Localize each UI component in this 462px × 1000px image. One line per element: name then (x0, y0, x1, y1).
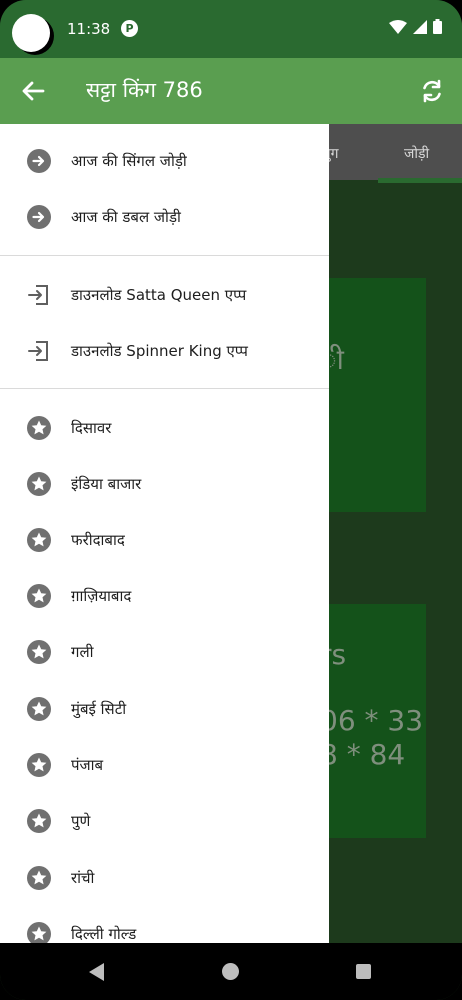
drawer-item-ranchi[interactable]: रांची (0, 850, 329, 906)
status-icons (389, 19, 442, 34)
login-icon (28, 341, 48, 361)
system-nav-bar (0, 943, 462, 1000)
page-title: सट्टा किंग 786 (86, 78, 203, 102)
back-arrow-icon[interactable] (18, 76, 48, 106)
drawer-item-label: आज की डबल जोड़ी (71, 208, 181, 226)
drawer-item-single-jodi[interactable]: आज की सिंगल जोड़ी (0, 133, 329, 189)
tab-jodi[interactable]: जोड़ी (404, 144, 429, 163)
refresh-icon[interactable] (418, 77, 446, 105)
battery-icon (433, 19, 442, 34)
status-bar: 11:38 P (0, 0, 462, 58)
drawer-item-mumbai-city[interactable]: मुंबई सिटी (0, 681, 329, 737)
drawer-item-disawar[interactable]: दिसावर (0, 400, 329, 456)
drawer-item-label: आज की सिंगल जोड़ी (71, 152, 187, 170)
drawer-item-punjab[interactable]: पंजाब (0, 737, 329, 793)
nav-home-icon[interactable] (222, 963, 239, 980)
drawer-item-india-bazar[interactable]: इंडिया बाजार (0, 456, 329, 512)
star-circle-icon (27, 472, 51, 496)
drawer-item-label: फरीदाबाद (71, 531, 125, 549)
drawer-item-label: इंडिया बाजार (71, 475, 142, 493)
drawer-item-label: मुंबई सिटी (71, 700, 127, 718)
star-circle-icon (27, 640, 51, 664)
star-circle-icon (27, 809, 51, 833)
drawer-item-label: दिसावर (71, 419, 112, 437)
drawer-item-download-satta-queen[interactable]: डाउनलोड Satta Queen एप्प (0, 267, 329, 323)
login-icon (28, 285, 48, 305)
signal-icon (413, 19, 427, 34)
drawer-item-delhi-gold[interactable]: दिल्ली गोल्ड (0, 906, 329, 943)
phone-screen: 11:38 P सट्टा किंग 786 लयुग जोड़ी ी rs 0… (0, 0, 462, 1000)
drawer-item-gali[interactable]: गली (0, 624, 329, 680)
navigation-drawer: आज की सिंगल जोड़ी आज की डबल जोड़ी डाउनलो… (0, 124, 329, 943)
arrow-circle-icon (27, 149, 51, 173)
card-numbers-line-1: 06 * 33 (320, 704, 424, 737)
nav-back-icon[interactable] (89, 963, 105, 981)
drawer-item-faridabad[interactable]: फरीदाबाद (0, 512, 329, 568)
drawer-item-label: पुणे (71, 812, 91, 830)
drawer-item-label: ग़ाज़ियाबाद (71, 587, 132, 605)
star-circle-icon (27, 697, 51, 721)
star-circle-icon (27, 416, 51, 440)
star-circle-icon (27, 922, 51, 943)
notification-app-icon: P (121, 20, 138, 37)
star-circle-icon (27, 753, 51, 777)
drawer-item-double-jodi[interactable]: आज की डबल जोड़ी (0, 189, 329, 245)
star-circle-icon (27, 866, 51, 890)
drawer-item-label: दिल्ली गोल्ड (71, 925, 137, 943)
app-bar: सट्टा किंग 786 (0, 58, 462, 124)
card-numbers-line-2: 8 * 84 (320, 738, 406, 771)
status-time: 11:38 (67, 20, 111, 38)
drawer-item-label: रांची (71, 869, 95, 887)
star-circle-icon (27, 528, 51, 552)
camera-cutout (12, 14, 50, 52)
wifi-icon (389, 19, 407, 34)
tab-indicator (378, 178, 462, 183)
drawer-divider (0, 255, 329, 256)
drawer-item-label: डाउनलोड Spinner King एप्प (71, 342, 248, 360)
drawer-divider (0, 388, 329, 389)
drawer-item-label: डाउनलोड Satta Queen एप्प (71, 286, 247, 304)
drawer-item-label: पंजाब (71, 756, 104, 774)
arrow-circle-icon (27, 205, 51, 229)
drawer-item-download-spinner-king[interactable]: डाउनलोड Spinner King एप्प (0, 323, 329, 379)
nav-recents-icon[interactable] (356, 964, 371, 979)
drawer-item-ghaziabad[interactable]: ग़ाज़ियाबाद (0, 568, 329, 624)
drawer-item-pune[interactable]: पुणे (0, 793, 329, 849)
drawer-item-label: गली (71, 643, 94, 661)
star-circle-icon (27, 584, 51, 608)
